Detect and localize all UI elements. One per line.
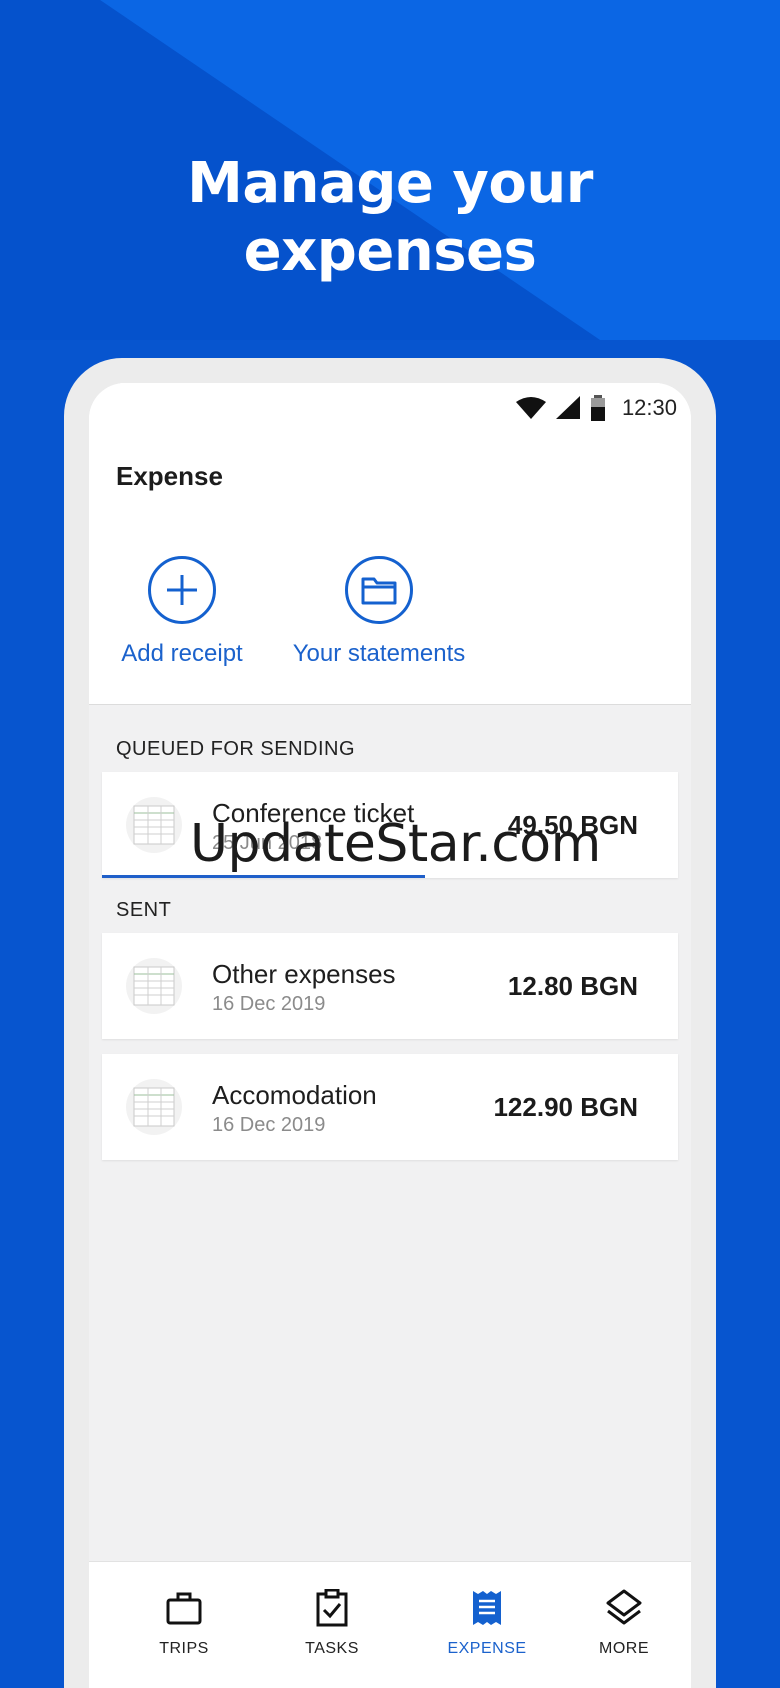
- nav-item-more[interactable]: MORE: [564, 1588, 684, 1658]
- layers-icon: [606, 1589, 642, 1625]
- nav-label: MORE: [599, 1640, 649, 1657]
- watermark-text: UpdateStar.com: [190, 814, 601, 874]
- phone-screen: 12:30 Expense Add receipt Your statement…: [89, 383, 691, 1688]
- headline-line-2: expenses: [243, 219, 537, 284]
- cell-signal-icon: [555, 396, 580, 419]
- expense-card-sent[interactable]: Other expenses 16 Dec 2019 12.80 BGN: [102, 933, 678, 1039]
- status-bar: 12:30: [89, 383, 691, 435]
- plus-circle-icon: [148, 556, 216, 624]
- expense-name: Other expenses: [212, 959, 396, 989]
- upload-progress-bar: [102, 875, 678, 878]
- nav-label: TASKS: [305, 1640, 359, 1657]
- nav-item-trips[interactable]: TRIPS: [124, 1588, 244, 1658]
- your-statements-label: Your statements: [292, 640, 466, 667]
- expense-amount: 122.90 BGN: [493, 1092, 638, 1122]
- sent-section-heading: SENT: [116, 899, 172, 921]
- headline-line-1: Manage your: [187, 151, 593, 216]
- upload-progress-fill: [102, 875, 425, 878]
- receipt-thumbnail-icon: [126, 1079, 182, 1135]
- nav-item-expense[interactable]: EXPENSE: [427, 1588, 547, 1658]
- nav-label: EXPENSE: [447, 1640, 527, 1657]
- wifi-icon: [515, 397, 546, 419]
- receipt-icon: [473, 1591, 501, 1625]
- expense-name: Accomodation: [212, 1080, 377, 1110]
- add-receipt-label: Add receipt: [121, 640, 243, 667]
- folder-icon: [345, 556, 413, 624]
- receipt-thumbnail-icon: [126, 797, 182, 853]
- expense-date: 16 Dec 2019: [212, 993, 326, 1015]
- expense-amount: 12.80 BGN: [507, 971, 638, 1001]
- receipt-thumbnail-icon: [126, 958, 182, 1014]
- bottom-navigation: TRIPS TASKS EXPENSE MORE: [89, 1561, 691, 1688]
- queued-section-heading: QUEUED FOR SENDING: [116, 738, 356, 760]
- battery-icon: [590, 395, 605, 421]
- expense-header-area: 12:30 Expense Add receipt Your statement…: [89, 383, 691, 705]
- promo-headline: Manage your expenses: [0, 150, 780, 286]
- briefcase-icon: [166, 1592, 202, 1625]
- nav-label: TRIPS: [159, 1640, 209, 1657]
- clipboard-check-icon: [316, 1589, 348, 1627]
- add-receipt-button[interactable]: Add receipt: [107, 556, 257, 668]
- expense-date: 16 Dec 2019: [212, 1114, 326, 1136]
- screen-title: Expense: [116, 461, 223, 491]
- expense-card-sent[interactable]: Accomodation 16 Dec 2019 122.90 BGN: [102, 1054, 678, 1160]
- status-time: 12:30: [621, 395, 677, 420]
- nav-item-tasks[interactable]: TASKS: [272, 1588, 392, 1658]
- your-statements-button[interactable]: Your statements: [269, 556, 489, 668]
